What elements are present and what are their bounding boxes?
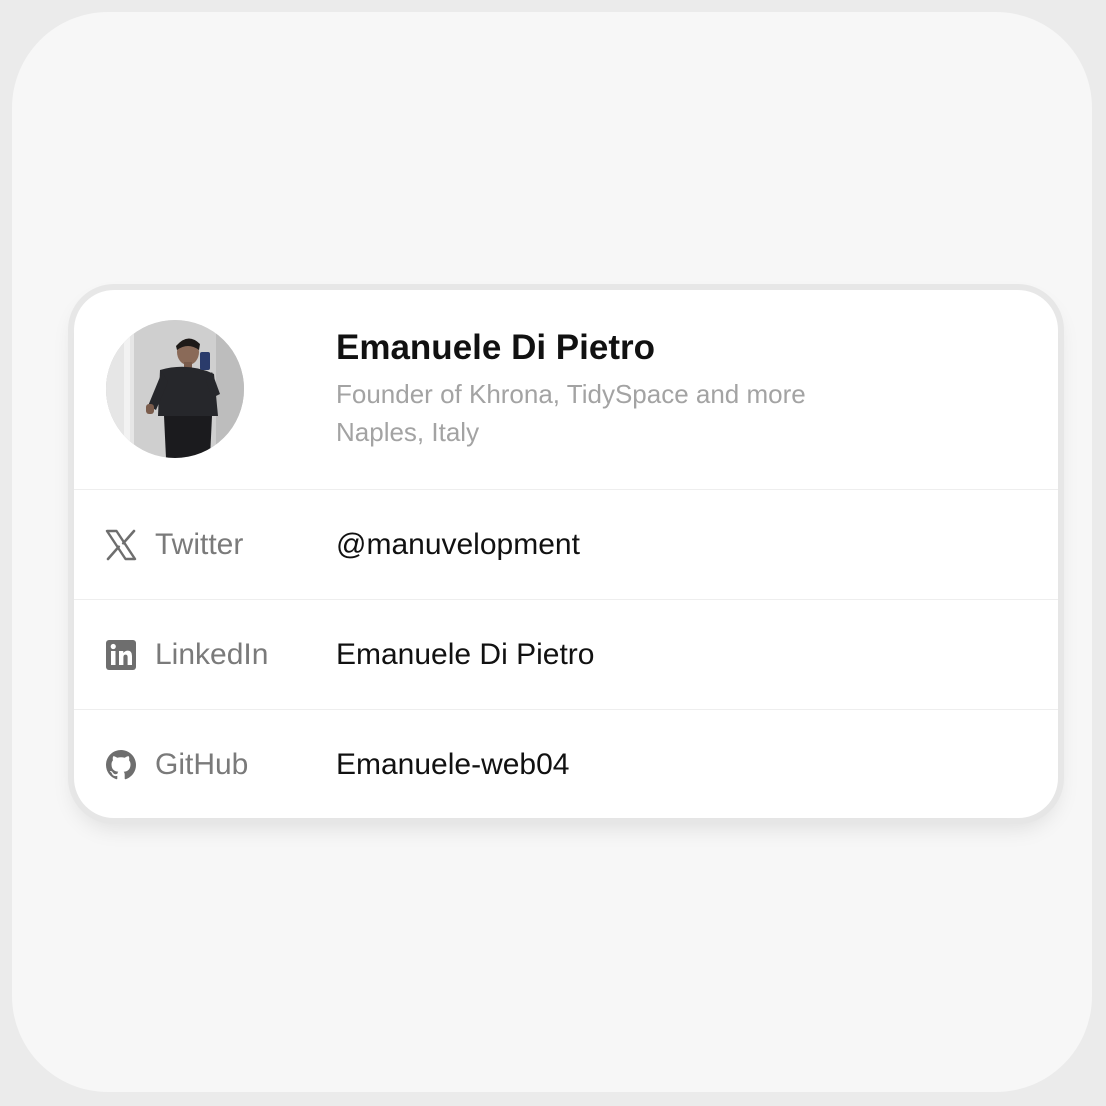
linkedin-icon [104,638,138,672]
link-row-linkedin[interactable]: LinkedIn Emanuele Di Pietro [74,600,1058,710]
link-label-linkedin: LinkedIn [155,638,269,671]
page-background: Emanuele Di Pietro Founder of Khrona, Ti… [12,12,1092,1092]
avatar [106,320,244,458]
link-row-twitter[interactable]: Twitter @manuvelopment [74,490,1058,600]
profile-bio: Founder of Khrona, TidySpace and more [336,379,806,409]
profile-name: Emanuele Di Pietro [336,328,655,367]
profile-location: Naples, Italy [336,417,480,447]
x-icon [104,528,138,562]
link-value-github[interactable]: Emanuele-web04 [336,748,569,782]
link-row-github[interactable]: GitHub Emanuele-web04 [74,710,1058,818]
link-value-linkedin[interactable]: Emanuele Di Pietro [336,638,594,672]
link-label-twitter: Twitter [155,528,244,561]
avatar-photo [106,320,244,458]
profile-header: Emanuele Di Pietro Founder of Khrona, Ti… [74,290,1058,490]
link-label-github: GitHub [155,748,249,781]
github-icon [104,748,138,782]
profile-card: Emanuele Di Pietro Founder of Khrona, Ti… [74,290,1058,818]
link-value-twitter[interactable]: @manuvelopment [336,528,580,562]
